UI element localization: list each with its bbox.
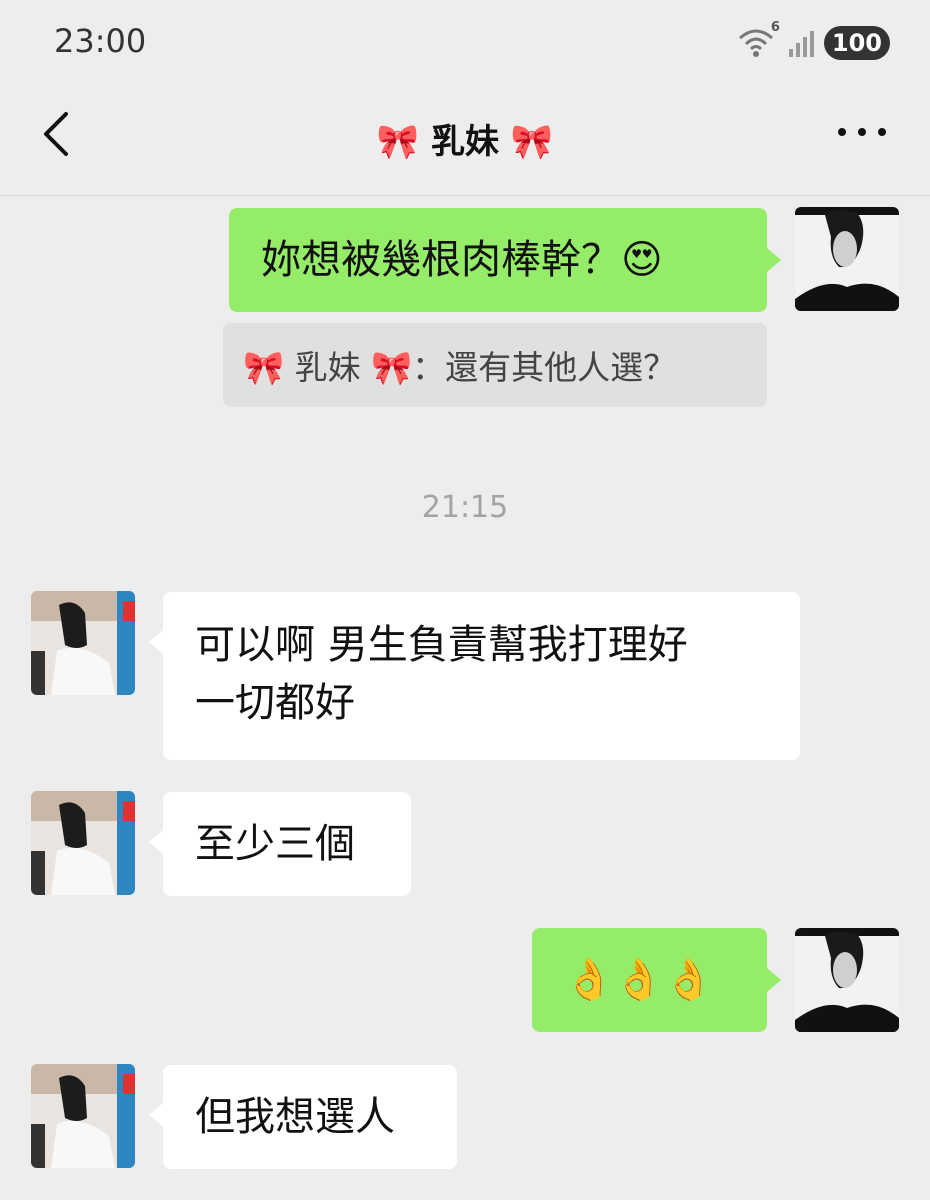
more-button[interactable]: [832, 112, 892, 152]
signal-bars-icon: [788, 31, 814, 57]
quoted-text: 🎀 乳妹 🎀：還有其他人選？: [243, 348, 677, 387]
my-avatar[interactable]: [795, 928, 899, 1032]
contact-avatar[interactable]: [31, 791, 135, 895]
quoted-message[interactable]: 🎀 乳妹 🎀：還有其他人選？: [223, 323, 767, 407]
battery-badge: 100: [823, 26, 890, 60]
status-bar: 23:00 6 100: [0, 0, 930, 86]
received-message-bubble[interactable]: 至少三個: [149, 792, 411, 896]
message-timestamp: 21:15: [421, 490, 509, 525]
my-avatar[interactable]: [795, 207, 899, 311]
chat-title: 🎀 乳妹 🎀: [376, 122, 554, 162]
received-message-bubble[interactable]: 可以啊 男生負責幫我打理好 一切都好: [149, 592, 800, 760]
contact-avatar[interactable]: [31, 1064, 135, 1168]
nav-bar: 🎀 乳妹 🎀: [0, 86, 930, 196]
message-text: 妳想被幾根肉棒幹？😍: [261, 237, 663, 283]
message-text: 👌👌👌: [564, 957, 714, 1003]
status-time: 23:00: [54, 22, 147, 60]
message-text: 至少三個: [195, 821, 355, 867]
more-dots-icon: [838, 128, 886, 136]
message-text-line1: 可以啊 男生負責幫我打理好: [195, 622, 688, 668]
contact-avatar[interactable]: [31, 591, 135, 695]
sent-message-bubble[interactable]: 妳想被幾根肉棒幹？😍: [229, 208, 781, 312]
wifi-label: 6: [770, 20, 780, 35]
wifi-icon: 6: [738, 20, 780, 60]
received-message-bubble[interactable]: 但我想選人: [149, 1065, 457, 1169]
status-icons: 6 100: [738, 20, 890, 62]
chat-screen: 23:00 6 100 🎀 乳妹 🎀 妳想被幾根肉棒幹？😍 🎀 乳妹 🎀：還有其…: [0, 0, 930, 1200]
message-text-line2: 一切都好: [195, 680, 355, 726]
sent-message-bubble[interactable]: 👌👌👌: [532, 928, 781, 1032]
message-text: 但我想選人: [195, 1094, 395, 1140]
